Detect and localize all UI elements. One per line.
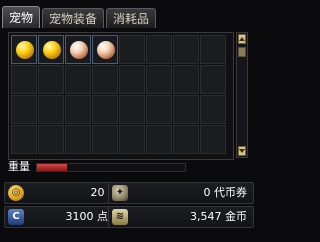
inventory-slot[interactable] xyxy=(173,65,199,94)
scroll-down-button[interactable] xyxy=(238,146,246,156)
tab-pets[interactable]: 宠物 xyxy=(2,6,41,28)
points-icon: C xyxy=(8,209,24,225)
inventory-slot[interactable] xyxy=(65,95,91,124)
pearl-orb-icon xyxy=(97,41,115,59)
inventory-slot[interactable] xyxy=(173,125,199,154)
tab-consumables-label: 消耗品 xyxy=(113,12,150,26)
inventory-slot[interactable] xyxy=(119,65,145,94)
inventory-slot[interactable] xyxy=(200,65,226,94)
inventory-slot[interactable] xyxy=(200,95,226,124)
inventory-slot[interactable] xyxy=(119,95,145,124)
gold-icon: ≋ xyxy=(112,209,128,225)
inventory-slot[interactable] xyxy=(11,65,37,94)
inventory-slot[interactable] xyxy=(92,125,118,154)
inventory-slot[interactable] xyxy=(92,95,118,124)
inventory-slot[interactable] xyxy=(11,35,37,64)
inventory-scrollbar[interactable] xyxy=(236,32,248,158)
tab-bar: 宠物 宠物装备 消耗品 xyxy=(2,6,157,30)
inventory-slot[interactable] xyxy=(65,35,91,64)
weight-label: 重量 xyxy=(8,160,30,173)
inventory-grid xyxy=(11,35,226,154)
arrow-up-icon xyxy=(239,37,245,41)
tab-consumables[interactable]: 消耗品 xyxy=(106,8,157,28)
tab-pets-label: 宠物 xyxy=(9,11,34,25)
scroll-thumb[interactable] xyxy=(238,47,246,57)
inventory-slot[interactable] xyxy=(65,125,91,154)
inventory-slot[interactable] xyxy=(38,125,64,154)
inventory-slot[interactable] xyxy=(200,125,226,154)
scroll-up-button[interactable] xyxy=(238,34,246,44)
gold-orb-icon xyxy=(43,41,61,59)
inventory-slot[interactable] xyxy=(92,65,118,94)
voucher-row: ✦ 0 代币券 xyxy=(108,182,254,204)
tab-pet-equipment[interactable]: 宠物装备 xyxy=(42,8,105,28)
pearl-orb-icon xyxy=(70,41,88,59)
voucher-icon: ✦ xyxy=(112,185,128,201)
inventory-slot[interactable] xyxy=(173,95,199,124)
coin-icon: ◎ xyxy=(8,185,24,201)
inventory-slot[interactable] xyxy=(119,35,145,64)
inventory-panel xyxy=(8,32,234,160)
inventory-slot[interactable] xyxy=(146,65,172,94)
gold-orb-icon xyxy=(16,41,34,59)
inventory-slot[interactable] xyxy=(200,35,226,64)
weight-meter: 重量 xyxy=(8,160,188,174)
weight-bar-fill xyxy=(37,164,67,171)
inventory-slot[interactable] xyxy=(146,35,172,64)
inventory-slot[interactable] xyxy=(38,65,64,94)
inventory-slot[interactable] xyxy=(65,65,91,94)
inventory-slot[interactable] xyxy=(38,95,64,124)
tab-pet-equipment-label: 宠物装备 xyxy=(49,12,98,26)
inventory-slot[interactable] xyxy=(92,35,118,64)
weight-bar xyxy=(36,163,186,172)
gold-row: ≋ 3,547 金币 xyxy=(108,206,254,228)
inventory-slot[interactable] xyxy=(146,125,172,154)
inventory-slot[interactable] xyxy=(38,35,64,64)
inventory-slot[interactable] xyxy=(173,35,199,64)
inventory-slot[interactable] xyxy=(11,95,37,124)
inventory-slot[interactable] xyxy=(11,125,37,154)
inventory-slot[interactable] xyxy=(119,125,145,154)
inventory-slot[interactable] xyxy=(146,95,172,124)
voucher-value: 0 代币券 xyxy=(203,186,248,199)
arrow-down-icon xyxy=(239,149,245,153)
gold-value: 3,547 金币 xyxy=(190,210,247,223)
